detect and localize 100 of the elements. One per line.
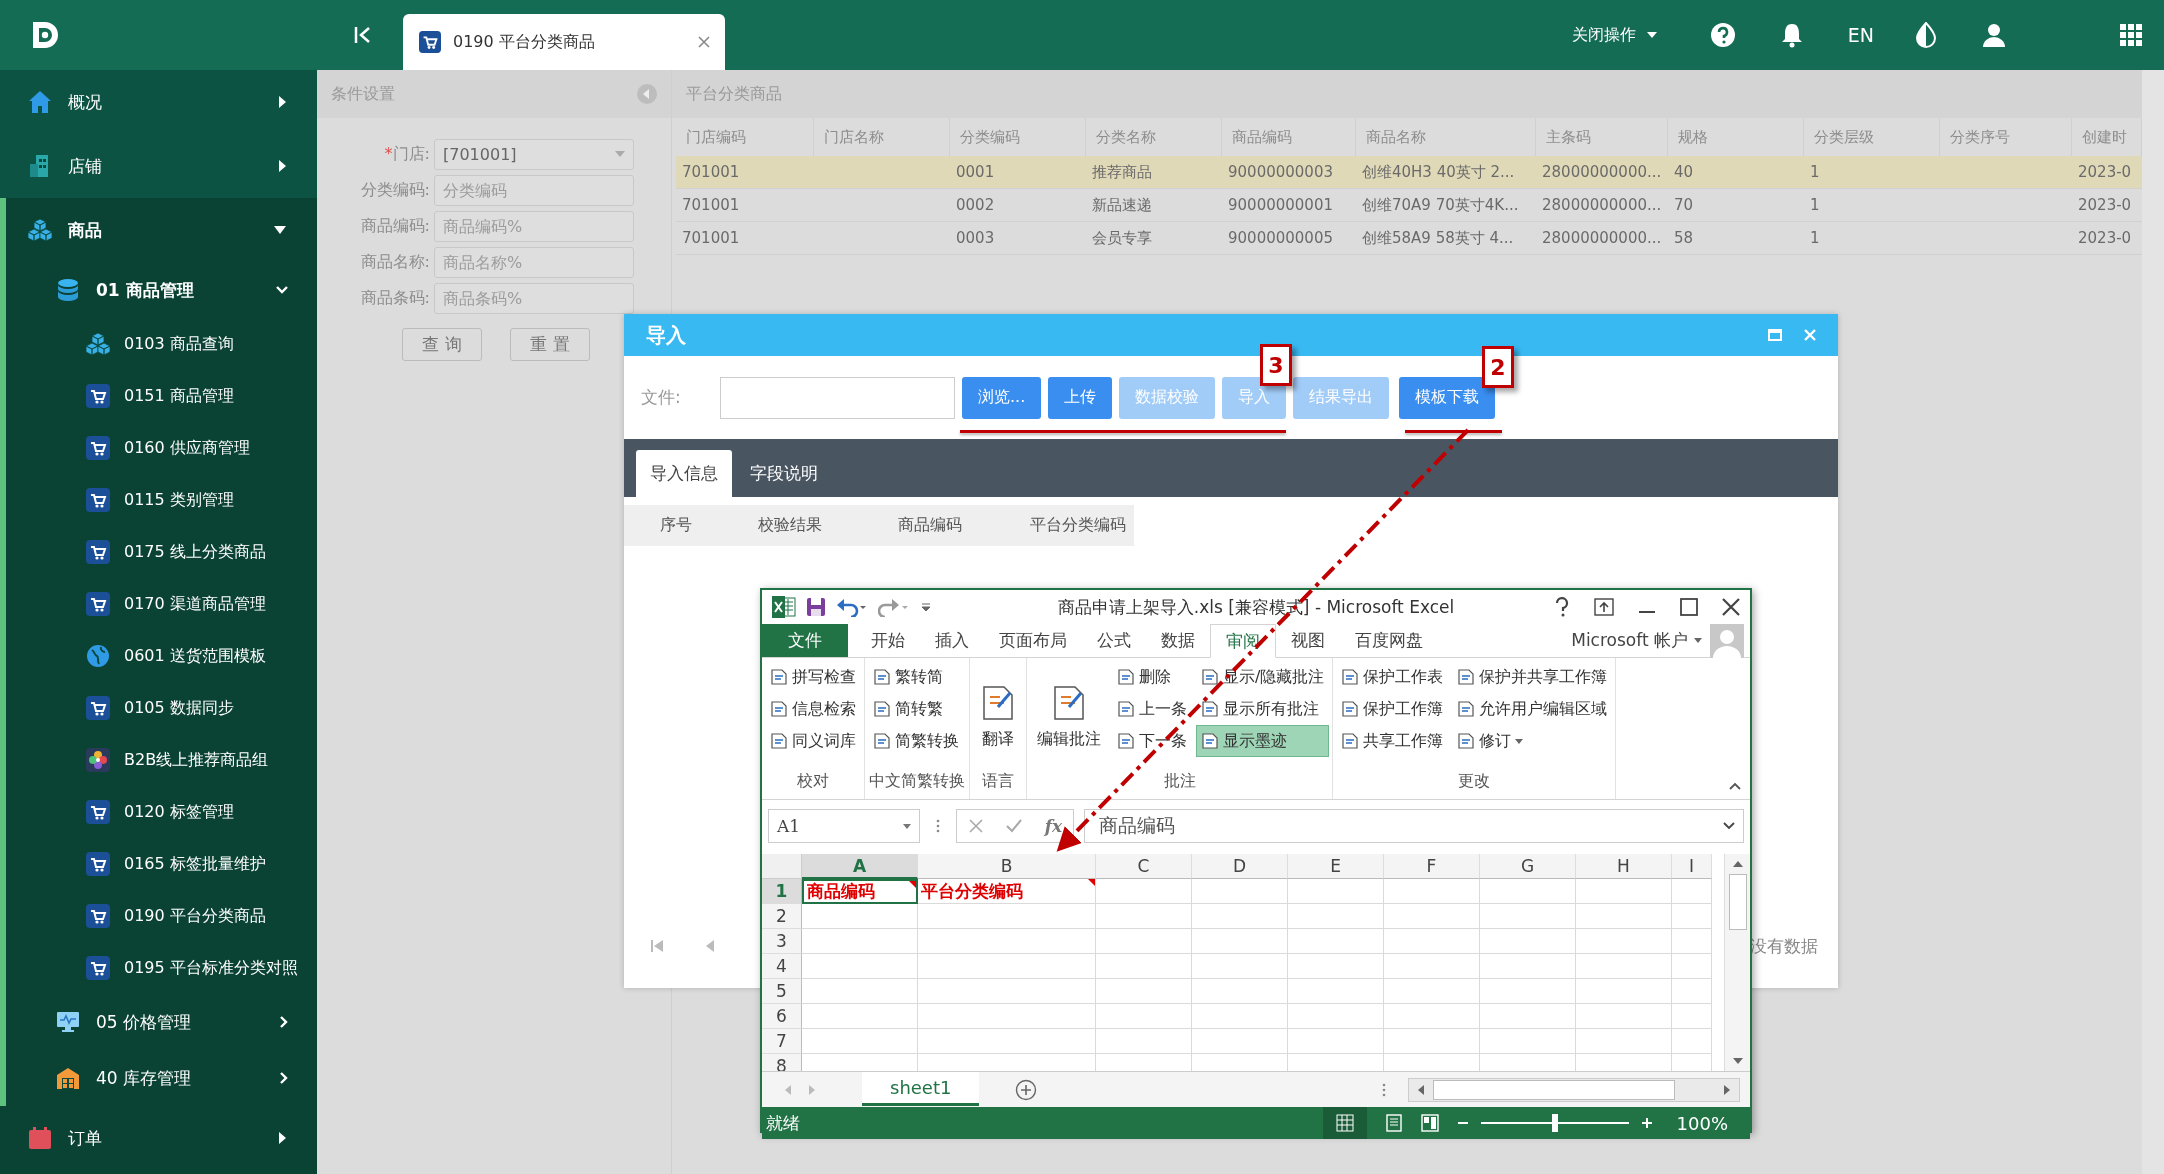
ribbon-button[interactable]: 保护工作簿 <box>1337 694 1448 724</box>
sidebar-item[interactable]: 40 库存管理 <box>6 1050 317 1106</box>
sidebar-item[interactable]: 0120 标签管理 <box>6 786 317 838</box>
column-header[interactable]: E <box>1288 854 1384 879</box>
tab[interactable]: 字段说明 <box>736 450 832 497</box>
ribbon-button[interactable]: 显示墨迹 <box>1197 726 1329 756</box>
save-icon[interactable] <box>806 597 826 617</box>
page-tab[interactable]: 0190 平台分类商品 <box>403 14 725 70</box>
row-header[interactable]: 6 <box>762 1004 802 1029</box>
ribbon-button[interactable]: 繁转简 <box>869 662 963 692</box>
user-icon[interactable] <box>1982 23 2006 47</box>
ribbon-button[interactable]: 同义词库 <box>766 726 860 756</box>
sidebar-item[interactable]: 0175 线上分类商品 <box>6 526 317 578</box>
store-dropdown[interactable]: [701001] <box>434 138 634 170</box>
scrollbar-thumb[interactable] <box>1433 1079 1675 1100</box>
sidebar-item[interactable]: B2B线上推荐商品组 <box>6 734 317 786</box>
sidebar-item[interactable]: 0190 平台分类商品 <box>6 890 317 942</box>
column-header[interactable]: 商品编码 <box>898 515 962 536</box>
ribbon-tab[interactable]: 页面布局 <box>984 624 1082 657</box>
close-icon[interactable] <box>1722 598 1740 616</box>
column-header[interactable]: G <box>1480 854 1576 879</box>
ribbon-display-icon[interactable] <box>1594 598 1614 616</box>
normal-view-button[interactable] <box>1322 1107 1367 1139</box>
ribbon-button[interactable]: 上一条 <box>1113 694 1191 724</box>
ribbon-button[interactable]: 下一条 <box>1113 726 1191 756</box>
spreadsheet-logo-icon[interactable] <box>772 596 796 618</box>
row-header[interactable]: 1 <box>762 879 802 904</box>
caret-down-icon[interactable] <box>275 285 289 295</box>
redo-icon[interactable] <box>878 597 910 617</box>
page-layout-icon[interactable] <box>1384 1114 1403 1132</box>
caret-right-icon[interactable] <box>277 1131 287 1145</box>
row-header[interactable]: 2 <box>762 904 802 929</box>
help-icon[interactable] <box>1554 597 1570 617</box>
page-break-icon[interactable] <box>1420 1114 1439 1132</box>
ribbon-button[interactable]: 简转繁 <box>869 694 963 724</box>
ribbon-tab[interactable]: 视图 <box>1276 624 1340 657</box>
ribbon-tab[interactable]: 插入 <box>920 624 984 657</box>
zoom-level[interactable]: 100% <box>1676 1112 1728 1134</box>
sidebar-item[interactable]: 0103 商品查询 <box>6 318 317 370</box>
ribbon-button[interactable]: 翻译 <box>974 662 1022 771</box>
undo-icon[interactable] <box>836 597 868 617</box>
row-header[interactable]: 7 <box>762 1029 802 1054</box>
account-menu[interactable]: Microsoft 帐户 <box>1571 624 1702 657</box>
column-header[interactable]: A <box>802 854 918 879</box>
tab[interactable]: 导入信息 <box>636 450 732 497</box>
input-field[interactable]: 商品条码% <box>434 282 634 314</box>
column-header[interactable]: 平台分类编码 <box>1030 515 1126 536</box>
ribbon-button[interactable]: 信息检索 <box>766 694 860 724</box>
apps-grid-icon[interactable] <box>2120 24 2142 46</box>
close-menu-button[interactable]: 关闭操作 <box>1571 24 1658 46</box>
maximize-icon[interactable] <box>1680 598 1698 616</box>
ribbon-tab[interactable]: 开始 <box>856 624 920 657</box>
ribbon-button[interactable]: 拼写检查 <box>766 662 860 692</box>
sidebar-item[interactable]: 0170 渠道商品管理 <box>6 578 317 630</box>
ribbon-button[interactable]: 修订 <box>1453 726 1612 756</box>
name-box[interactable]: A1 <box>768 809 920 843</box>
column-header[interactable]: 校验结果 <box>758 515 822 536</box>
file-input[interactable] <box>720 376 955 419</box>
scrollbar-thumb[interactable] <box>1728 874 1747 930</box>
input-field[interactable]: 分类编码 <box>434 174 634 206</box>
sidebar-item[interactable]: 0160 供应商管理 <box>6 422 317 474</box>
column-header[interactable]: I <box>1672 854 1712 879</box>
insert-function-button[interactable]: fx <box>1044 816 1063 836</box>
collapse-ribbon-icon[interactable] <box>1728 781 1742 791</box>
column-header[interactable]: 序号 <box>660 515 692 536</box>
row-header[interactable]: 5 <box>762 979 802 1004</box>
caret-right-icon[interactable] <box>277 159 287 173</box>
sidebar-item[interactable]: 0105 数据同步 <box>6 682 317 734</box>
column-header[interactable]: B <box>918 854 1096 879</box>
zoom-in-icon[interactable] <box>1640 1117 1653 1129</box>
ribbon-button[interactable]: 允许用户编辑区域 <box>1453 694 1612 724</box>
sidebar-item[interactable]: 0165 标签批量维护 <box>6 838 317 890</box>
row-header[interactable]: 4 <box>762 954 802 979</box>
row-header[interactable]: 3 <box>762 929 802 954</box>
ribbon-tab[interactable]: 数据 <box>1146 624 1210 657</box>
caret-right-icon[interactable] <box>279 1015 289 1029</box>
sidebar-item[interactable]: 概况 <box>0 70 317 134</box>
vertical-scrollbar[interactable] <box>1724 854 1750 1071</box>
customize-caret-icon[interactable] <box>920 601 932 613</box>
ribbon-button[interactable]: 编辑批注 <box>1031 662 1107 771</box>
horizontal-scrollbar[interactable] <box>1408 1077 1740 1102</box>
ribbon-button[interactable]: 删除 <box>1113 662 1191 692</box>
vertical-scrollbar[interactable] <box>2142 70 2164 1174</box>
sidebar-item[interactable]: 店铺 <box>0 134 317 198</box>
caret-right-icon[interactable] <box>277 95 287 109</box>
input-field[interactable]: 商品编码% <box>434 210 634 242</box>
ribbon-tab[interactable]: 公式 <box>1082 624 1146 657</box>
column-header[interactable]: D <box>1192 854 1288 879</box>
column-header[interactable]: C <box>1096 854 1192 879</box>
sidebar-item[interactable]: 0115 类别管理 <box>6 474 317 526</box>
add-sheet-icon[interactable] <box>1015 1078 1038 1101</box>
ribbon-button[interactable]: 共享工作簿 <box>1337 726 1448 756</box>
formula-bar[interactable]: 商品编码 <box>1084 809 1744 843</box>
caret-right-icon[interactable] <box>279 1071 289 1085</box>
ribbon-button[interactable]: 保护并共享工作簿 <box>1453 662 1612 692</box>
ribbon-button[interactable]: 简繁转换 <box>869 726 963 756</box>
help-icon[interactable] <box>1709 22 1736 48</box>
caret-down-icon[interactable] <box>273 225 287 235</box>
sheet-tab[interactable]: sheet1 <box>862 1072 980 1106</box>
ribbon-tab[interactable]: 文件 <box>762 624 848 657</box>
